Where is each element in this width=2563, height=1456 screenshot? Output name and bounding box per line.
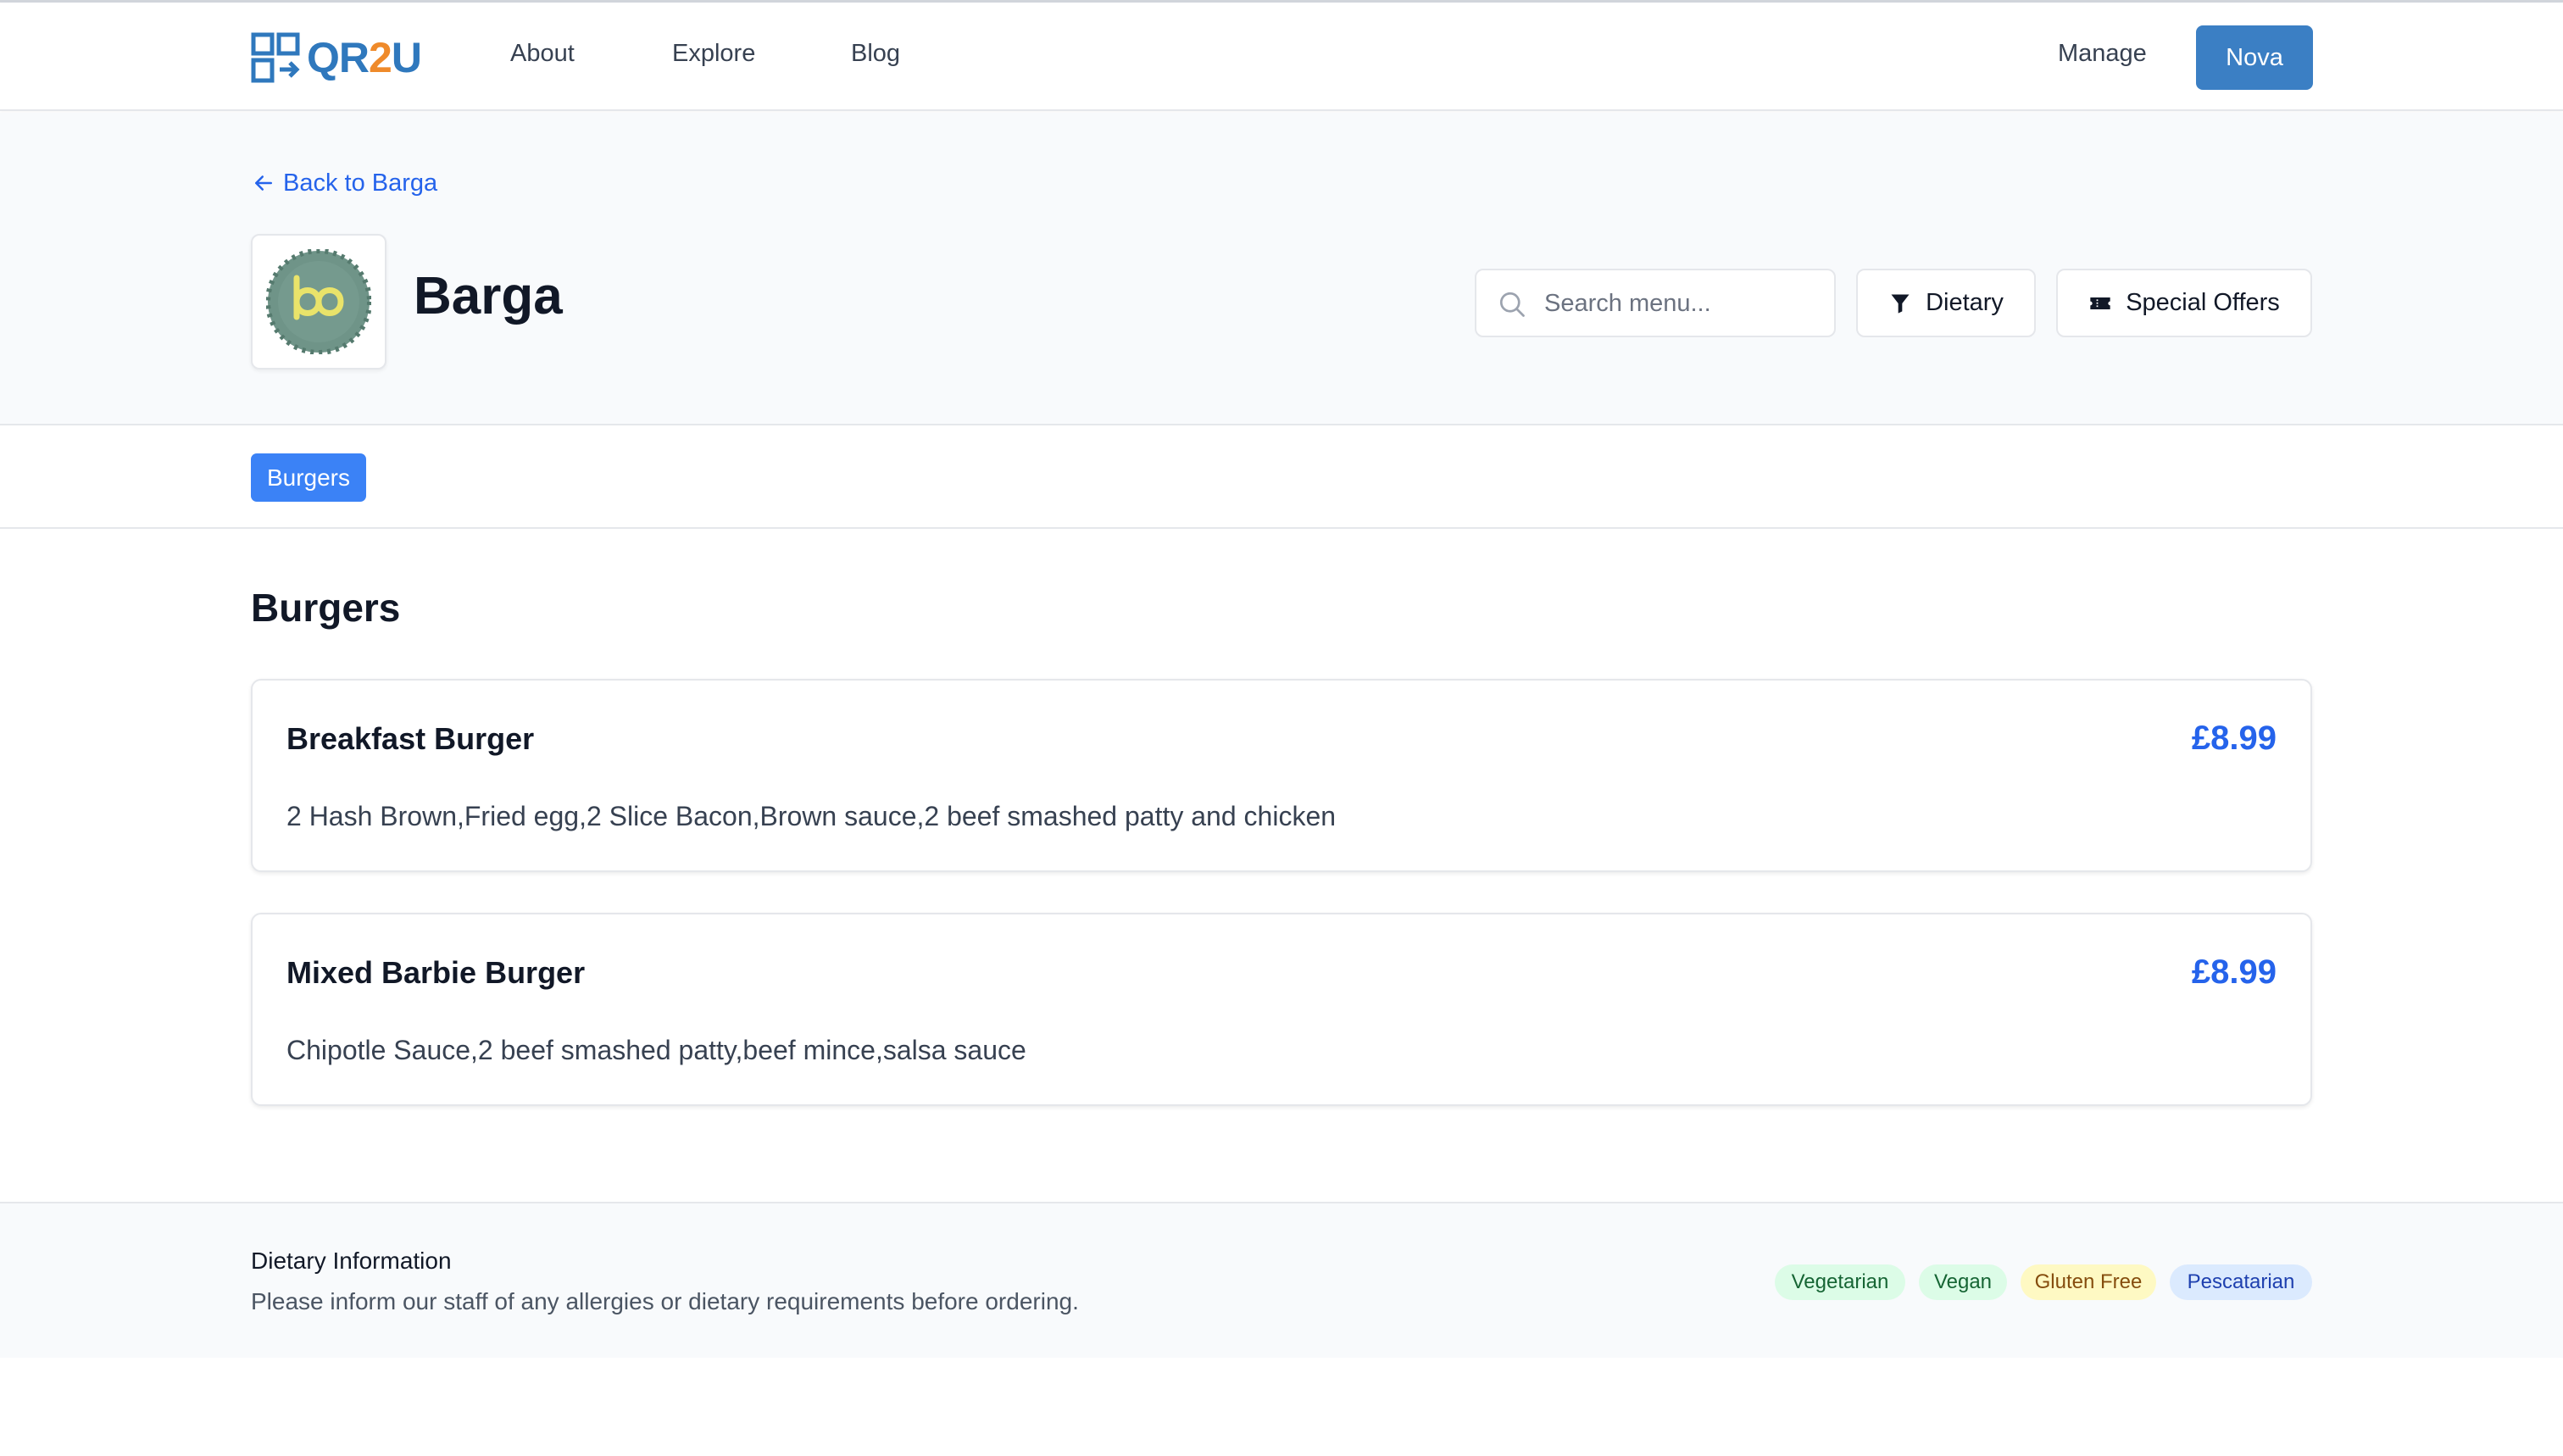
nav-link-blog[interactable]: Blog bbox=[851, 40, 900, 68]
logo-text: QR2U bbox=[307, 34, 422, 81]
dietary-info-footer: Dietary Information Please inform our st… bbox=[0, 1202, 2563, 1358]
ticket-icon bbox=[2090, 297, 2110, 309]
menu-item-card[interactable]: Mixed Barbie Burger £8.99 Chipotle Sauce… bbox=[251, 913, 2312, 1106]
dietary-tag-gluten-free: Gluten Free bbox=[2021, 1264, 2156, 1300]
dietary-filter-button[interactable]: Dietary bbox=[1856, 269, 2036, 337]
dietary-tag-vegan: Vegan bbox=[1919, 1264, 2007, 1300]
dietary-info-title: Dietary Information bbox=[251, 1248, 452, 1274]
nav-link-manage[interactable]: Manage bbox=[2058, 40, 2147, 68]
menu-item-name: Breakfast Burger bbox=[286, 721, 535, 756]
section-title: Burgers bbox=[251, 586, 401, 630]
nav-link-about[interactable]: About bbox=[510, 40, 575, 68]
menu-item-description: 2 Hash Brown,Fried egg,2 Slice Bacon,Bro… bbox=[286, 801, 1337, 831]
qr-logo-icon bbox=[251, 32, 300, 83]
menu-item-name: Mixed Barbie Burger bbox=[286, 955, 586, 990]
site-logo[interactable]: QR2U bbox=[251, 31, 422, 84]
dietary-button-label: Dietary bbox=[1926, 289, 2004, 316]
menu-item-card[interactable]: Breakfast Burger £8.99 2 Hash Brown,Frie… bbox=[251, 679, 2312, 872]
menu-item-price: £8.99 bbox=[2191, 720, 2277, 757]
top-navigation: QR2U About Explore Blog Manage Nova bbox=[0, 3, 2563, 111]
search-icon bbox=[1499, 292, 1525, 317]
restaurant-logo-image bbox=[266, 249, 371, 354]
dietary-tag-vegetarian: Vegetarian bbox=[1775, 1264, 1905, 1300]
menu-item-price: £8.99 bbox=[2191, 953, 2277, 991]
special-offers-button[interactable]: Special Offers bbox=[2056, 269, 2312, 337]
arrow-left-icon bbox=[255, 175, 272, 191]
filter-icon bbox=[1891, 294, 1910, 314]
menu-item-description: Chipotle Sauce,2 beef smashed patty,beef… bbox=[286, 1035, 1026, 1065]
special-offers-label: Special Offers bbox=[2126, 289, 2280, 316]
restaurant-name: Barga bbox=[414, 267, 563, 325]
category-bar: Burgers bbox=[0, 427, 2563, 529]
back-link[interactable]: Back to Barga bbox=[251, 166, 437, 200]
search-input[interactable] bbox=[1544, 282, 1815, 325]
dietary-info-text: Please inform our staff of any allergies… bbox=[251, 1288, 1079, 1314]
restaurant-logo bbox=[251, 234, 386, 370]
back-link-label: Back to Barga bbox=[283, 169, 438, 197]
user-account-button[interactable]: Nova bbox=[2196, 25, 2313, 90]
dietary-tag-pescatarian: Pescatarian bbox=[2170, 1264, 2312, 1300]
search-box[interactable] bbox=[1475, 269, 1836, 337]
category-tab-burgers[interactable]: Burgers bbox=[251, 453, 366, 502]
nav-link-explore[interactable]: Explore bbox=[672, 40, 755, 68]
